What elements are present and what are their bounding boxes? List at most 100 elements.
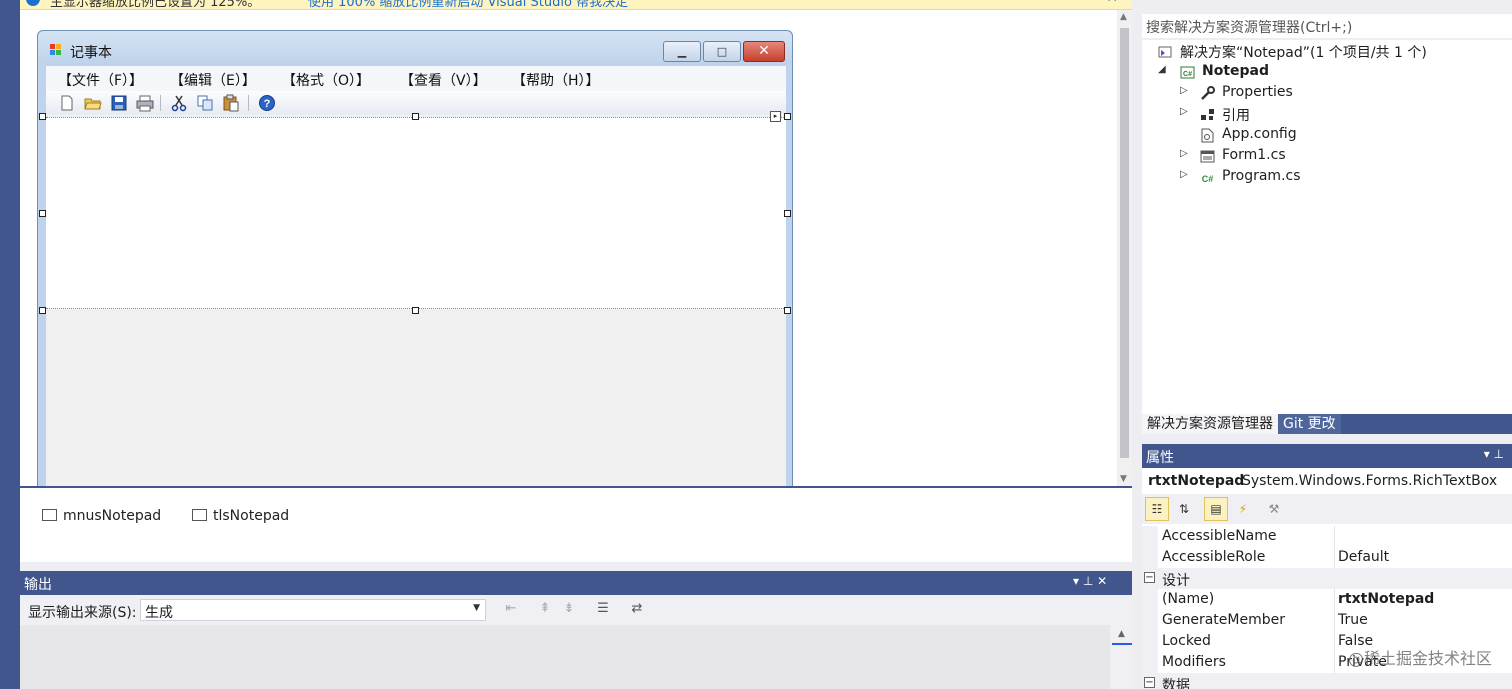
property-row[interactable]: AccessibleName [1142,526,1512,547]
tray-item-menu[interactable]: mnusNotepad [42,508,161,524]
output-panel-header[interactable]: 输出 ▾ ⊥ ✕ [20,571,1132,595]
expand-icon[interactable]: ▷ [1180,169,1188,180]
help-icon[interactable]: ? [258,94,276,112]
property-value[interactable]: Default [1338,549,1389,565]
panel-options-icon[interactable]: ▾ ⊥ [1484,447,1504,461]
output-source-select[interactable]: 生成 ▼ [140,599,486,621]
expand-icon[interactable]: ▷ [1180,148,1188,159]
print-icon[interactable] [136,94,154,112]
solution-icon [1158,46,1172,58]
word-wrap-icon[interactable]: ⇄ [628,601,646,617]
property-value[interactable]: rtxtNotepad [1338,591,1434,607]
copy-icon[interactable] [196,94,214,112]
events-icon[interactable]: ⚡ [1231,497,1255,521]
notepad-form[interactable]: 记事本 ▁ □ ✕ 【文件（F）】 【编辑（E）】 【格式（O）】 【查看（V）… [37,30,793,486]
form-title: 记事本 [70,45,112,61]
menu-format[interactable]: 【格式（O）】 [282,70,370,90]
toolbar-separator [160,95,161,111]
collapse-icon[interactable]: − [1144,572,1155,583]
tab-solution-explorer[interactable]: 解决方案资源管理器 [1142,414,1278,434]
resize-handle[interactable] [39,210,46,217]
property-row[interactable]: GenerateMember True [1142,610,1512,631]
scroll-down-icon[interactable]: ▼ [1120,474,1127,484]
scrollbar-thumb[interactable] [1120,28,1129,458]
previous-message-icon[interactable]: ⇞ [536,601,554,617]
property-name: GenerateMember [1162,612,1285,628]
properties-object-selector[interactable]: rtxtNotepad System.Windows.Forms.RichTex… [1142,468,1512,494]
tray-item-toolstrip[interactable]: tlsNotepad [192,508,289,524]
output-source-label: 显示输出来源(S): [28,605,137,621]
solution-search-input[interactable]: 搜索解决方案资源管理器(Ctrl+;) [1142,14,1512,38]
scroll-position-marker [1112,643,1132,645]
tool-strip[interactable]: ? [46,91,786,115]
row-gutter [1142,547,1158,568]
maximize-button[interactable]: □ [703,41,741,62]
scroll-up-icon[interactable]: ▲ [1120,12,1127,22]
property-category-data[interactable]: − 数据 [1142,673,1512,689]
property-row[interactable]: AccessibleRole Default [1142,547,1512,568]
minimize-button[interactable]: ▁ [663,41,701,62]
expand-icon[interactable]: ▷ [1180,85,1188,96]
column-divider [1334,652,1335,673]
open-icon[interactable] [84,94,102,112]
form-icon [1200,150,1215,163]
tree-item-label: 解决方案“Notepad”(1 个项目/共 1 个) [1180,45,1427,61]
close-button[interactable]: ✕ [743,41,785,62]
resize-handle[interactable] [412,307,419,314]
rich-text-box[interactable] [46,117,786,309]
output-panel-controls[interactable]: ▾ ⊥ ✕ [1073,574,1107,588]
output-text-area[interactable]: ▲ [20,625,1132,689]
toolbar-separator [248,95,249,111]
restart-link[interactable]: 使用 100% 缩放比例重新启动 Visual Studio 帮我决定 [308,0,628,9]
tree-item-label: Program.cs [1222,168,1301,184]
column-divider [1334,589,1335,610]
tab-git-changes[interactable]: Git 更改 [1278,414,1341,434]
resize-handle[interactable] [784,113,791,120]
tree-item-label: App.config [1222,126,1297,142]
resize-handle[interactable] [784,210,791,217]
scroll-up-icon[interactable]: ▲ [1118,629,1125,639]
smart-tag-icon[interactable]: ▸ [770,111,781,122]
resize-handle[interactable] [39,113,46,120]
help-decide-link[interactable]: 帮我决定 [576,0,628,9]
categorized-icon[interactable]: ☷ [1145,497,1169,521]
property-category-design[interactable]: − 设计 [1142,568,1512,589]
property-value[interactable]: True [1338,612,1368,628]
next-message-icon[interactable]: ⇟ [560,601,578,617]
menu-file[interactable]: 【文件（F）】 [58,70,143,90]
properties-panel-header[interactable]: 属性 ▾ ⊥ [1142,444,1512,468]
alphabetical-icon[interactable]: ⇅ [1172,497,1196,521]
clear-all-icon[interactable]: ☰ [594,601,612,617]
cut-icon[interactable] [170,94,188,112]
row-gutter [1142,526,1158,547]
close-info-bar-icon[interactable]: ✕ [1106,0,1118,6]
form-title-bar[interactable]: 记事本 ▁ □ ✕ [38,31,792,65]
restart-link-label[interactable]: 使用 100% 缩放比例重新启动 Visual Studio [308,0,572,9]
collapse-icon[interactable]: − [1144,677,1155,688]
property-row[interactable]: (Name) rtxtNotepad [1142,589,1512,610]
properties-icon[interactable]: ▤ [1204,497,1228,521]
property-name: (Name) [1162,591,1215,607]
output-scrollbar[interactable]: ▲ [1110,625,1132,689]
property-pages-icon[interactable]: ⚒ [1262,497,1286,521]
svg-text:C#: C# [1183,71,1192,78]
find-message-icon[interactable]: ⇤ [502,601,520,617]
column-divider [1334,631,1335,652]
menu-view[interactable]: 【查看（V）】 [400,70,487,90]
designer-vertical-scrollbar[interactable]: ▲ ▼ [1117,10,1132,486]
save-icon[interactable] [110,94,128,112]
form-client-area[interactable]: 【文件（F）】 【编辑（E）】 【格式（O）】 【查看（V）】 【帮助（H）】 … [46,66,786,486]
menu-help[interactable]: 【帮助（H）】 [512,70,600,90]
menu-edit[interactable]: 【编辑（E）】 [170,70,256,90]
component-tray[interactable]: mnusNotepad tlsNotepad [20,488,1132,562]
paste-icon[interactable] [222,94,240,112]
collapse-icon[interactable]: ◢ [1158,64,1166,75]
expand-icon[interactable]: ▷ [1180,106,1188,117]
new-icon[interactable] [58,94,76,112]
menu-strip[interactable]: 【文件（F）】 【编辑（E）】 【格式（O）】 【查看（V）】 【帮助（H）】 [46,66,786,91]
column-divider [1334,526,1335,547]
solution-tree[interactable]: 解决方案“Notepad”(1 个项目/共 1 个) ◢ C# Notepad … [1142,40,1512,414]
resize-handle[interactable] [784,307,791,314]
resize-handle[interactable] [412,113,419,120]
resize-handle[interactable] [39,307,46,314]
